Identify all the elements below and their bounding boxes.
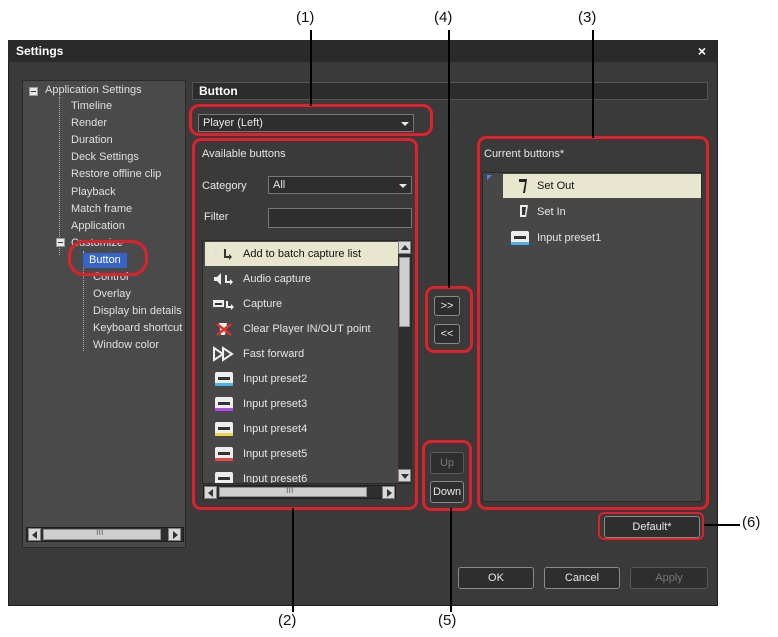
callout-line-4 — [448, 30, 450, 288]
callout-line-5 — [450, 508, 452, 612]
scroll-grip: III — [96, 527, 104, 537]
tree-root[interactable]: Application Settings — [45, 83, 142, 98]
callout-6: (6) — [742, 514, 761, 531]
tree-item-keyboard-shortcut[interactable]: Keyboard shortcut — [93, 321, 182, 336]
callout-3: (3) — [578, 9, 597, 26]
callout-4: (4) — [434, 9, 453, 26]
scroll-left-icon[interactable] — [28, 528, 41, 541]
cancel-button[interactable]: Cancel — [544, 567, 620, 589]
settings-tree[interactable]: Application Settings Timeline Render Dur… — [22, 80, 186, 548]
scroll-right-icon[interactable] — [168, 528, 181, 541]
scroll-thumb[interactable]: III — [43, 527, 161, 540]
close-icon[interactable]: × — [694, 43, 710, 59]
highlight-1 — [189, 104, 433, 136]
highlight-2 — [192, 138, 418, 510]
highlight-5 — [422, 440, 472, 511]
apply-button[interactable]: Apply — [630, 567, 708, 589]
callout-line-2 — [292, 508, 294, 612]
tree-item-render[interactable]: Render — [71, 116, 107, 131]
callout-5: (5) — [438, 612, 457, 629]
tree-item-playback[interactable]: Playback — [71, 185, 116, 200]
tree-item-display-bin-details[interactable]: Display bin details — [93, 304, 182, 319]
section-header: Button — [192, 82, 708, 100]
collapse-icon[interactable] — [56, 238, 65, 247]
tree-item-overlay[interactable]: Overlay — [93, 287, 131, 302]
tree-item-match-frame[interactable]: Match frame — [71, 202, 132, 217]
callout-line-3 — [592, 30, 594, 138]
highlight-tree-button — [68, 240, 148, 276]
callout-2: (2) — [278, 612, 297, 629]
highlight-6 — [598, 512, 704, 540]
ok-button[interactable]: OK — [458, 567, 534, 589]
tree-item-restore-offline-clip[interactable]: Restore offline clip — [71, 167, 161, 182]
tree-item-duration[interactable]: Duration — [71, 133, 113, 148]
callout-line-6 — [704, 524, 740, 526]
tree-scrollbar[interactable]: III — [26, 527, 184, 542]
dialog-title: Settings — [8, 40, 718, 62]
tree-item-deck-settings[interactable]: Deck Settings — [71, 150, 139, 165]
highlight-3 — [477, 136, 709, 510]
tree-item-timeline[interactable]: Timeline — [71, 99, 112, 114]
callout-1: (1) — [296, 9, 315, 26]
tree-item-application[interactable]: Application — [71, 219, 125, 234]
callout-line-1 — [310, 30, 312, 106]
highlight-4 — [425, 286, 473, 353]
collapse-icon[interactable] — [29, 87, 38, 96]
tree-item-window-color[interactable]: Window color — [93, 338, 159, 353]
